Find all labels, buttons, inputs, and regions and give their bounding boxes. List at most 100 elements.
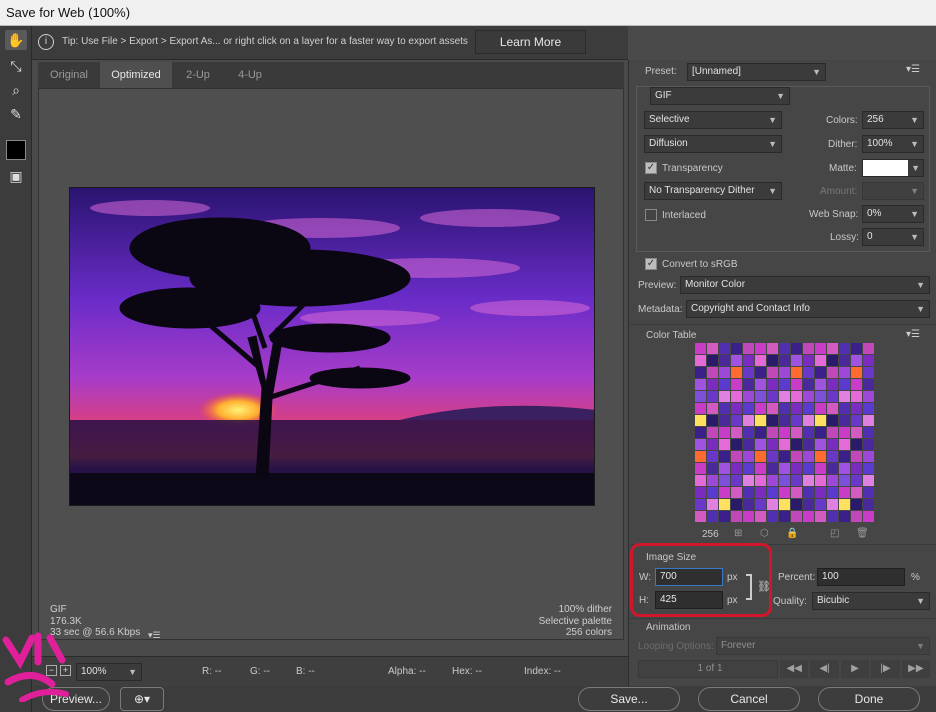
color-swatch[interactable] (707, 379, 718, 390)
color-swatch[interactable] (695, 403, 706, 414)
color-swatch[interactable] (695, 439, 706, 450)
color-swatch[interactable] (791, 475, 802, 486)
color-swatch[interactable] (767, 475, 778, 486)
color-table-menu-icon[interactable]: ▾☰ (906, 329, 920, 340)
transparency-dither-dropdown[interactable]: No Transparency Dither ▼ (644, 182, 782, 200)
color-swatch[interactable] (767, 451, 778, 462)
next-frame-icon[interactable]: |▶ (871, 660, 900, 678)
color-swatch[interactable] (719, 439, 730, 450)
color-swatch[interactable] (851, 343, 862, 354)
color-swatch[interactable] (839, 439, 850, 450)
web-snap-dropdown[interactable]: 0% ▼ (862, 205, 924, 223)
color-swatch[interactable] (791, 499, 802, 510)
color-swatch[interactable] (827, 475, 838, 486)
color-swatch[interactable] (767, 367, 778, 378)
color-swatch[interactable] (755, 427, 766, 438)
color-swatch[interactable] (767, 499, 778, 510)
color-swatch[interactable] (839, 451, 850, 462)
color-swatch[interactable] (755, 379, 766, 390)
play-icon[interactable]: ▶ (840, 660, 870, 678)
color-swatch[interactable] (851, 487, 862, 498)
color-swatch[interactable] (815, 463, 826, 474)
color-swatch[interactable] (707, 499, 718, 510)
color-swatch[interactable] (851, 511, 862, 522)
color-swatch[interactable] (803, 403, 814, 414)
color-swatch[interactable] (779, 367, 790, 378)
color-swatch[interactable] (827, 487, 838, 498)
color-swatch[interactable] (719, 355, 730, 366)
download-speed-menu-icon[interactable]: ▾☰ (148, 630, 161, 641)
color-swatch[interactable] (731, 367, 742, 378)
color-swatch[interactable] (839, 367, 850, 378)
color-swatch[interactable] (719, 403, 730, 414)
color-swatch[interactable] (695, 355, 706, 366)
color-swatch[interactable] (719, 463, 730, 474)
color-swatch[interactable] (827, 451, 838, 462)
color-swatch[interactable] (863, 403, 874, 414)
dither-algorithm-dropdown[interactable]: Diffusion ▼ (644, 135, 782, 153)
color-swatch[interactable] (803, 427, 814, 438)
color-swatch[interactable] (803, 463, 814, 474)
color-swatch[interactable] (707, 451, 718, 462)
color-swatch[interactable] (719, 379, 730, 390)
color-swatch[interactable] (743, 403, 754, 414)
convert-srgb-checkbox[interactable]: ✓ (645, 258, 657, 270)
color-swatch[interactable] (767, 355, 778, 366)
color-swatch[interactable] (779, 511, 790, 522)
color-swatch[interactable] (827, 427, 838, 438)
color-swatch[interactable] (863, 475, 874, 486)
web-shift-icon[interactable]: ⊞ (734, 528, 742, 539)
color-swatch[interactable] (863, 379, 874, 390)
color-swatch[interactable] (743, 367, 754, 378)
slice-select-tool-icon[interactable]: ⤡ (5, 56, 27, 76)
color-swatch[interactable] (731, 379, 742, 390)
color-swatch[interactable] (791, 355, 802, 366)
color-swatch[interactable] (839, 463, 850, 474)
color-swatch[interactable] (755, 475, 766, 486)
color-swatch[interactable] (815, 511, 826, 522)
color-swatch[interactable] (779, 355, 790, 366)
color-swatch[interactable] (839, 403, 850, 414)
color-swatch[interactable] (731, 451, 742, 462)
color-swatch[interactable] (815, 439, 826, 450)
color-swatch[interactable] (863, 367, 874, 378)
color-swatch[interactable] (719, 511, 730, 522)
color-swatch[interactable] (695, 343, 706, 354)
color-swatch[interactable] (779, 403, 790, 414)
color-swatch[interactable] (815, 391, 826, 402)
color-swatch[interactable] (755, 487, 766, 498)
color-swatch[interactable] (851, 499, 862, 510)
color-swatch[interactable] (731, 343, 742, 354)
color-swatch[interactable] (755, 391, 766, 402)
color-swatch[interactable] (791, 403, 802, 414)
color-swatch[interactable] (779, 451, 790, 462)
color-swatch[interactable] (707, 487, 718, 498)
color-swatch[interactable] (863, 451, 874, 462)
dither-dropdown[interactable]: 100% ▼ (862, 135, 924, 153)
color-swatch[interactable] (755, 439, 766, 450)
tab-4-up[interactable]: 4-Up (224, 62, 276, 88)
color-swatch[interactable] (743, 511, 754, 522)
color-swatch[interactable] (863, 511, 874, 522)
color-swatch[interactable] (851, 391, 862, 402)
color-swatch[interactable] (815, 475, 826, 486)
color-swatch[interactable] (707, 439, 718, 450)
lossy-dropdown[interactable]: 0 ▼ (862, 228, 924, 246)
color-swatch[interactable] (827, 439, 838, 450)
color-swatch[interactable] (719, 343, 730, 354)
zoom-tool-icon[interactable]: ⌕ (5, 80, 27, 100)
color-swatch[interactable] (743, 355, 754, 366)
color-swatch[interactable] (851, 355, 862, 366)
color-swatch[interactable] (803, 367, 814, 378)
color-swatch[interactable] (839, 379, 850, 390)
color-swatch[interactable] (731, 403, 742, 414)
color-swatch[interactable] (827, 499, 838, 510)
tab-original[interactable]: Original (38, 62, 100, 88)
color-swatch[interactable] (755, 499, 766, 510)
color-swatch[interactable] (803, 343, 814, 354)
optimize-menu-icon[interactable]: ▾☰ (906, 64, 920, 75)
color-swatch[interactable] (719, 415, 730, 426)
color-swatch[interactable] (707, 391, 718, 402)
color-swatch[interactable] (851, 379, 862, 390)
color-swatch[interactable] (815, 487, 826, 498)
